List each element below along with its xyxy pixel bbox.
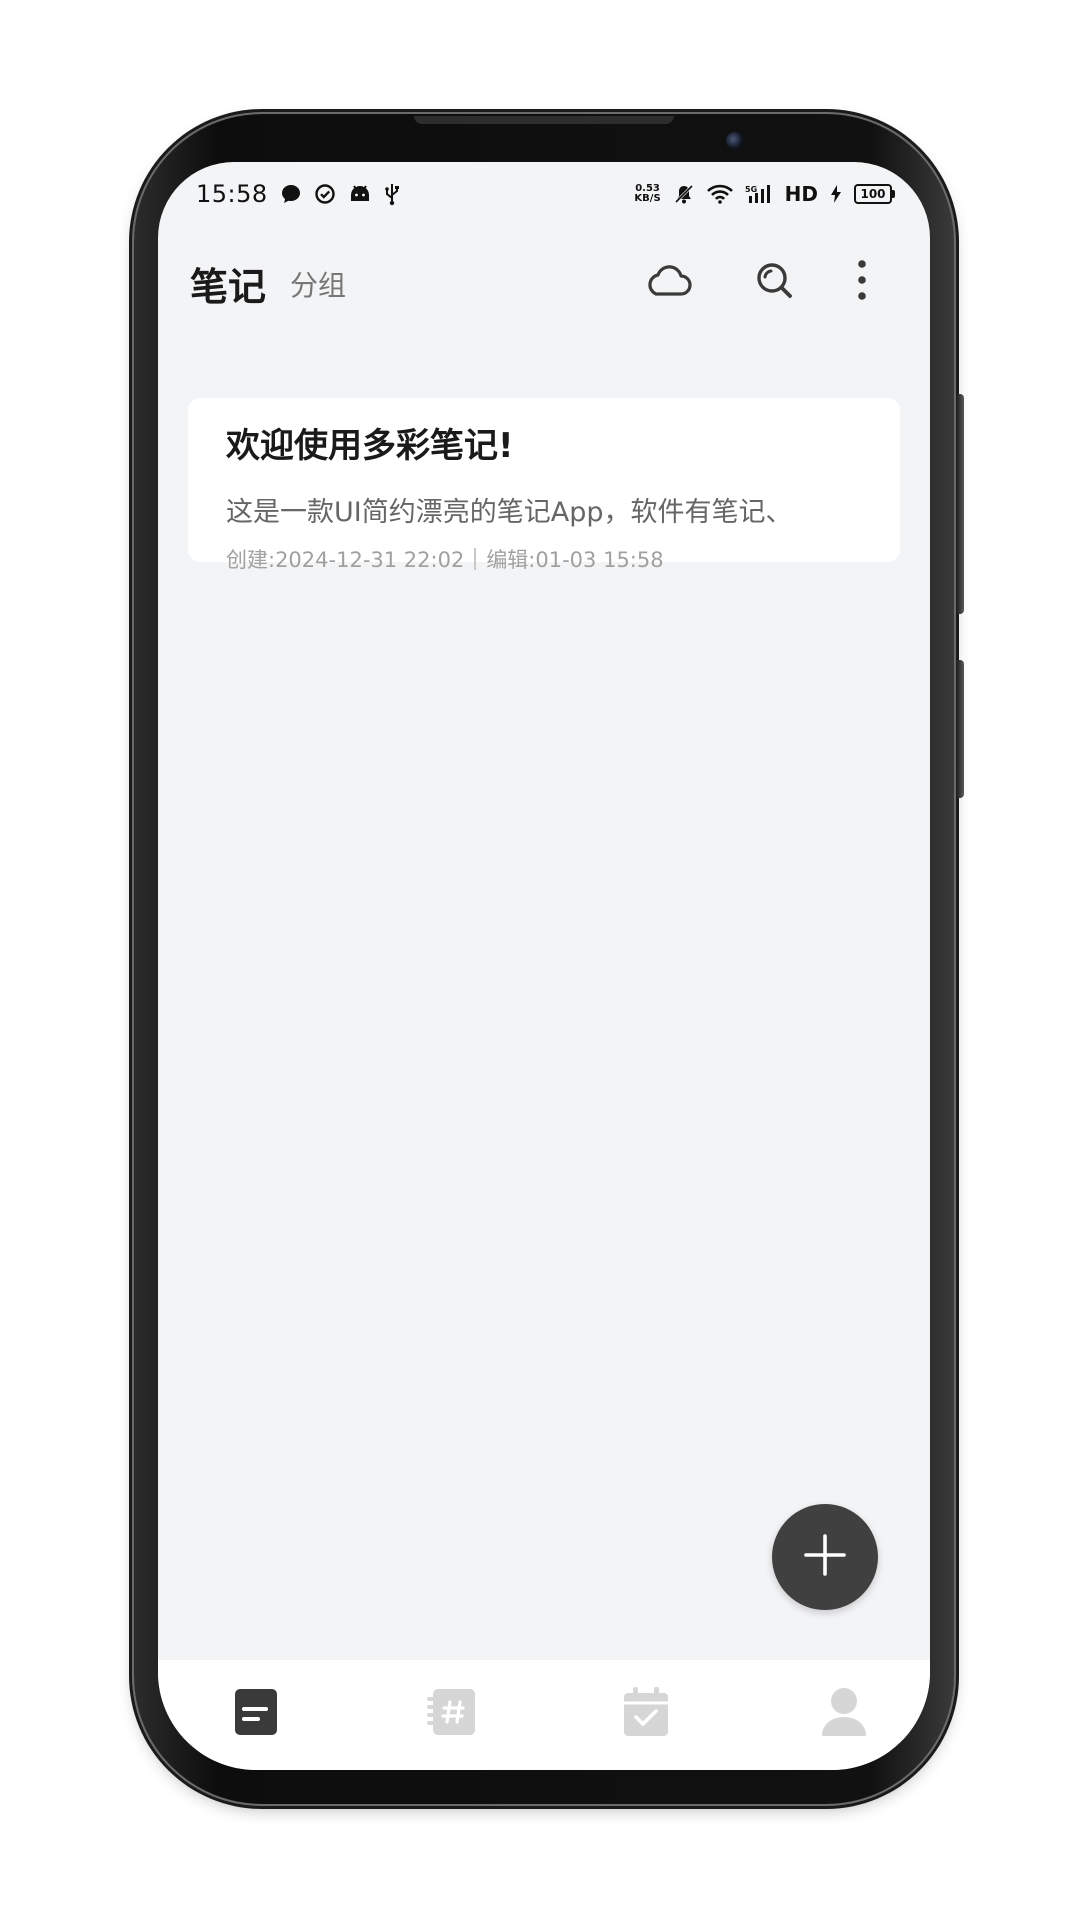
search-icon [754, 260, 794, 304]
cloud-sync-button[interactable] [636, 250, 700, 314]
nav-item-calendar[interactable] [614, 1682, 678, 1746]
tag-notebook-icon [427, 1687, 477, 1741]
plus-icon [802, 1532, 848, 1582]
android-icon [348, 184, 372, 204]
add-note-button[interactable] [772, 1504, 878, 1610]
note-created: 创建:2024-12-31 22:02 [226, 548, 465, 572]
power-button [956, 660, 964, 798]
meta-divider [474, 548, 477, 570]
charging-bolt-icon [830, 184, 842, 204]
status-bar: 15:58 0.53 KB/S 5G HD 100 [158, 162, 930, 226]
bottom-nav [158, 1660, 930, 1770]
tab-notes[interactable]: 笔记 [190, 256, 266, 311]
note-edited: 编辑:01-03 15:58 [486, 548, 664, 572]
usb-icon [384, 182, 400, 206]
app-header: 笔记 分组 [158, 226, 930, 336]
battery-indicator: 100 [854, 184, 895, 204]
chat-bubble-icon [280, 183, 302, 205]
wifi-icon [706, 184, 733, 204]
front-camera [726, 132, 744, 150]
screen: 15:58 0.53 KB/S 5G HD 100 笔记 分组 欢迎使用多彩笔记… [158, 162, 930, 1770]
user-icon [821, 1687, 867, 1741]
note-preview: 这是一款UI简约漂亮的笔记App，软件有笔记、 [226, 497, 793, 528]
search-button[interactable] [742, 250, 806, 314]
check-circle-icon [314, 183, 336, 205]
earpiece-speaker [414, 116, 674, 124]
note-card[interactable]: 欢迎使用多彩笔记! 这是一款UI简约漂亮的笔记App，软件有笔记、 创建:202… [188, 398, 900, 572]
svg-text:5G: 5G [745, 185, 757, 194]
tab-groups[interactable]: 分组 [290, 264, 346, 304]
phone-frame: 15:58 0.53 KB/S 5G HD 100 笔记 分组 欢迎使用多彩笔记… [134, 114, 964, 1804]
bell-off-icon [673, 183, 695, 205]
calendar-check-icon [623, 1687, 669, 1741]
network-rate: 0.53 KB/S [634, 184, 660, 204]
nav-item-profile[interactable] [812, 1682, 876, 1746]
note-meta: 创建:2024-12-31 22:02 编辑:01-03 15:58 [226, 544, 664, 574]
network-rate-unit: KB/S [634, 193, 661, 204]
note-title: 欢迎使用多彩笔记! [226, 426, 514, 466]
more-vertical-icon [856, 259, 868, 305]
status-time: 15:58 [196, 180, 268, 208]
volume-button [956, 394, 964, 614]
more-options-button[interactable] [830, 250, 894, 314]
cloud-icon [644, 263, 692, 301]
hd-indicator: HD [784, 182, 818, 206]
nav-item-notes[interactable] [224, 1682, 288, 1746]
cell-signal-5g-icon: 5G [745, 184, 773, 204]
nav-item-tags[interactable] [420, 1682, 484, 1746]
notes-icon [234, 1688, 278, 1740]
